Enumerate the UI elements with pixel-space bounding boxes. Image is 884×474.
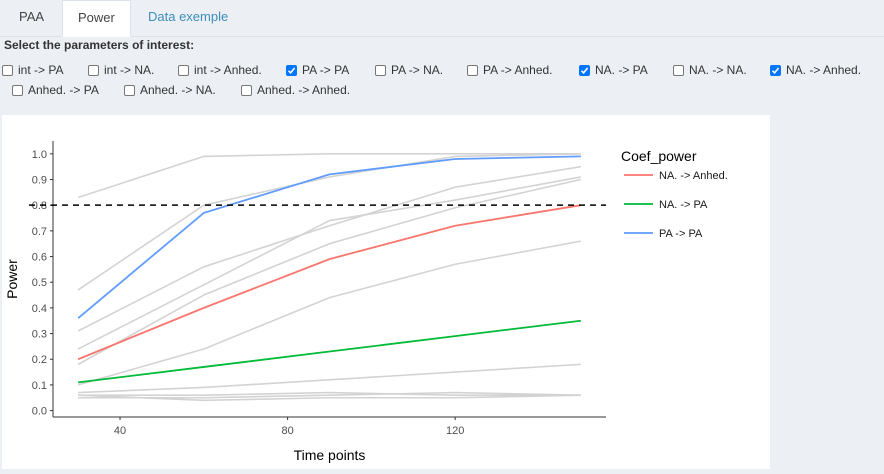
power-plot-panel: 0.0 0.1 0.2 0.3 0.4 0.5 0.6 0.7 0.8 0.9 1.0 40 80 120… — [2, 115, 770, 469]
y-axis-title: Power — [4, 259, 20, 299]
tab-data-exemple[interactable]: Data exemple — [133, 0, 243, 36]
legend-label: NA. -> PA — [659, 199, 708, 211]
checkbox-label: int -> NA. — [104, 63, 155, 77]
checkbox-unchecked-icon[interactable] — [12, 84, 23, 96]
checkbox-label: NA. -> NA. — [689, 63, 747, 77]
checkbox-checked-icon[interactable] — [286, 64, 297, 76]
checkbox-unchecked-icon[interactable] — [673, 64, 684, 76]
y-tick-label: 0.4 — [32, 303, 47, 315]
checkbox-anhed-anhed[interactable]: Anhed. -> Anhed. — [241, 82, 350, 98]
checkbox-unchecked-icon[interactable] — [467, 64, 478, 76]
checkbox-unchecked-icon[interactable] — [178, 64, 189, 76]
checkbox-unchecked-icon[interactable] — [124, 84, 135, 96]
checkbox-unchecked-icon[interactable] — [2, 64, 13, 76]
legend-label: NA. -> Anhed. — [659, 170, 728, 182]
y-tick-label: 1.0 — [32, 149, 47, 161]
checkbox-label: NA. -> Anhed. — [786, 63, 862, 77]
y-tick-label: 0.7 — [32, 226, 47, 238]
x-axis-title: Time points — [294, 447, 366, 463]
series-line-na-pa — [78, 319, 581, 384]
series-line-background-8 — [77, 240, 582, 386]
checkbox-pa-anhed[interactable]: PA -> Anhed. — [467, 62, 553, 78]
series-line-background-7 — [77, 178, 582, 366]
checkbox-na-na[interactable]: NA. -> NA. — [673, 62, 747, 78]
checkbox-int-na[interactable]: int -> NA. — [88, 62, 154, 78]
checkbox-pa-pa[interactable]: PA -> PA — [286, 62, 349, 78]
checkbox-label: PA -> NA. — [391, 63, 444, 77]
legend-title: Coef_power — [621, 148, 697, 164]
power-chart: 0.0 0.1 0.2 0.3 0.4 0.5 0.6 0.7 0.8 0.9 1.0 40 80 120… — [4, 141, 728, 463]
checkbox-unchecked-icon[interactable] — [241, 84, 252, 96]
x-tick-label: 120 — [446, 425, 464, 437]
checkbox-label: int -> PA — [18, 63, 64, 77]
tab-bar: PAA Power Data exemple — [0, 0, 884, 37]
checkbox-int-anhed[interactable]: int -> Anhed. — [178, 62, 262, 78]
checkbox-anhed-pa[interactable]: Anhed. -> PA — [12, 82, 99, 98]
checkbox-label: Anhed. -> PA — [28, 83, 99, 97]
tab-paa[interactable]: PAA — [4, 0, 59, 36]
y-tick-label: 0.8 — [32, 200, 47, 212]
parameters-label: Select the parameters of interest: — [4, 38, 195, 52]
y-tick-label: 0.0 — [32, 406, 47, 418]
checkbox-int-pa[interactable]: int -> PA — [2, 62, 63, 78]
checkbox-label: NA. -> PA — [595, 63, 648, 77]
checkbox-anhed-na[interactable]: Anhed. -> NA. — [124, 82, 216, 98]
checkbox-checked-icon[interactable] — [770, 64, 781, 76]
tab-power[interactable]: Power — [62, 0, 131, 37]
y-tick-label: 0.1 — [32, 380, 47, 392]
legend-label: PA -> PA — [659, 228, 703, 240]
checkbox-pa-na[interactable]: PA -> NA. — [375, 62, 443, 78]
x-tick-label: 40 — [114, 425, 126, 437]
checkbox-label: PA -> Anhed. — [483, 63, 553, 77]
series-line-pa-pa — [77, 155, 581, 319]
checkbox-unchecked-icon[interactable] — [375, 64, 386, 76]
y-tick-label: 0.2 — [32, 354, 47, 366]
y-tick-label: 0.3 — [32, 329, 47, 341]
checkbox-na-anhed[interactable]: NA. -> Anhed. — [770, 62, 861, 78]
checkbox-label: Anhed. -> Anhed. — [257, 83, 351, 97]
x-tick-label: 80 — [281, 425, 293, 437]
series-line-na-anhed — [77, 204, 582, 361]
checkbox-checked-icon[interactable] — [579, 64, 590, 76]
checkbox-label: Anhed. -> NA. — [140, 83, 216, 97]
checkbox-label: int -> Anhed. — [194, 63, 262, 77]
y-tick-label: 0.6 — [32, 252, 47, 264]
series-line-background-9 — [78, 363, 581, 394]
checkbox-label: PA -> PA — [302, 63, 350, 77]
checkbox-unchecked-icon[interactable] — [88, 64, 99, 76]
y-tick-label: 0.5 — [32, 277, 47, 289]
y-tick-label: 0.9 — [32, 175, 47, 187]
checkbox-na-pa[interactable]: NA. -> PA — [579, 62, 648, 78]
